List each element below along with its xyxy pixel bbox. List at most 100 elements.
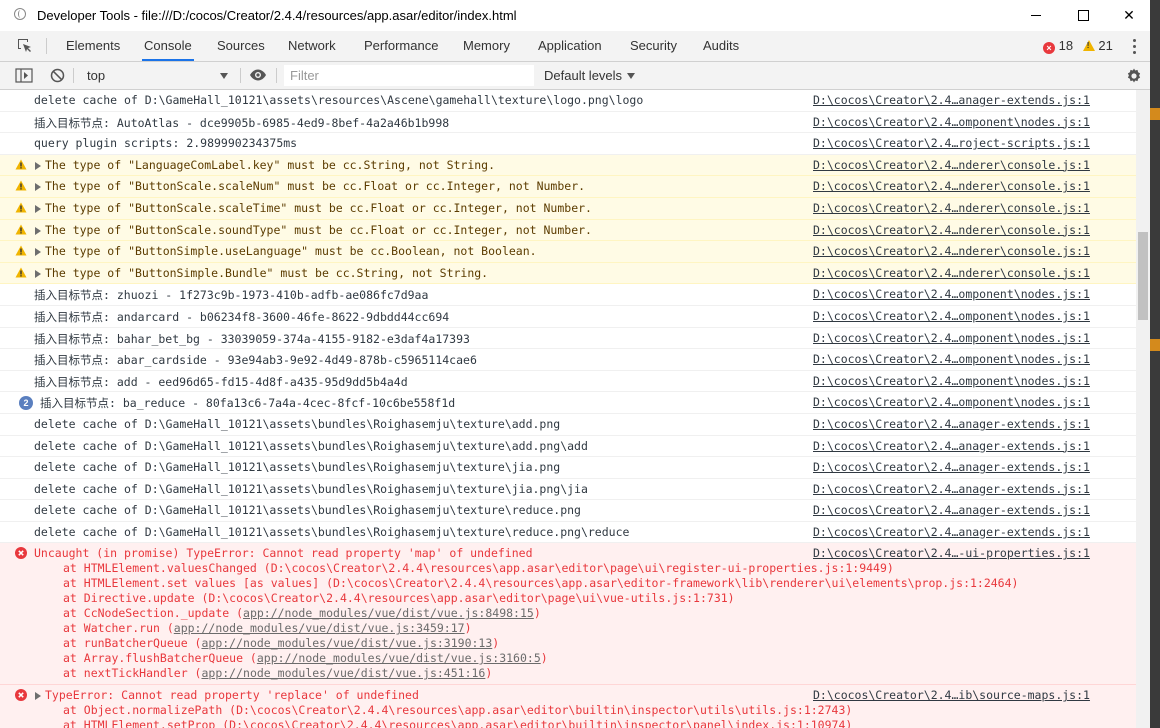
source-link[interactable]: D:\cocos\Creator\2.4…nderer\console.js:1 [813,179,1090,193]
clear-console-icon[interactable] [50,68,65,83]
console-scrollbar[interactable] [1136,90,1150,728]
window-title: Developer Tools - file:///D:/cocos/Creat… [37,8,517,23]
expand-arrow-icon[interactable] [35,248,41,257]
toolbar-divider [73,68,74,83]
source-link[interactable]: D:\cocos\Creator\2.4…anager-extends.js:1 [813,460,1090,474]
tab-console[interactable]: Console [142,31,194,61]
log-message: delete cache of D:\GameHall_10121\assets… [0,500,1136,522]
log-message: delete cache of D:\GameHall_10121\assets… [0,414,1136,436]
stack-frame-text: at HTMLElement.valuesChanged (D:\cocos\C… [63,561,894,576]
context-selector[interactable]: top [82,66,232,85]
source-link[interactable]: D:\cocos\Creator\2.4…ib\source-maps.js:1 [813,688,1090,702]
source-link[interactable]: D:\cocos\Creator\2.4…anager-extends.js:1 [813,417,1090,431]
log-message: delete cache of D:\GameHall_10121\assets… [0,479,1136,501]
source-link[interactable]: D:\cocos\Creator\2.4…nderer\console.js:1 [813,223,1090,237]
log-message: delete cache of D:\GameHall_10121\assets… [0,436,1136,458]
stack-frame: at Array.flushBatcherQueue (app://node_m… [63,651,548,665]
message-text: delete cache of D:\GameHall_10121\assets… [34,503,581,518]
tab-sources[interactable]: Sources [217,31,265,61]
source-link[interactable]: D:\cocos\Creator\2.4…anager-extends.js:1 [813,439,1090,453]
stack-frame-text: at nextTickHandler ( [63,666,202,681]
message-text: delete cache of D:\GameHall_10121\assets… [34,524,630,539]
source-link[interactable]: D:\cocos\Creator\2.4…omponent\nodes.js:1 [813,352,1090,366]
source-link[interactable]: D:\cocos\Creator\2.4…anager-extends.js:1 [813,525,1090,539]
scrollbar-thumb[interactable] [1138,232,1148,320]
message-text: The type of "ButtonScale.soundType" must… [45,222,592,237]
log-message: 插入目标节点: andarcard - b06234f8-3600-46fe-8… [0,306,1136,328]
stack-frame-text: at Directive.update (D:\cocos\Creator\2.… [63,591,735,606]
source-link[interactable]: D:\cocos\Creator\2.4…nderer\console.js:1 [813,201,1090,215]
source-link[interactable]: D:\cocos\Creator\2.4…nderer\console.js:1 [813,158,1090,172]
expand-arrow-icon[interactable] [35,692,41,701]
error-message: TypeError: Cannot read property 'replace… [0,685,1136,728]
expand-arrow-icon[interactable] [35,161,41,170]
log-levels-dropdown[interactable]: Default levels [544,62,636,89]
tab-performance[interactable]: Performance [364,31,438,61]
source-link[interactable]: D:\cocos\Creator\2.4…-ui-properties.js:1 [813,546,1090,560]
stack-frame-link[interactable]: app://node_modules/vue/dist/vue.js:3160:… [257,651,541,665]
close-button[interactable]: ✕ [1106,0,1150,31]
title-bar: Developer Tools - file:///D:/cocos/Creat… [0,0,1150,31]
source-link[interactable]: D:\cocos\Creator\2.4…omponent\nodes.js:1 [813,287,1090,301]
sidebar-toggle-icon[interactable] [15,68,33,83]
error-warning-counts[interactable]: × 18 21 [1043,31,1113,61]
gear-icon[interactable] [1126,68,1142,84]
source-link[interactable]: D:\cocos\Creator\2.4…omponent\nodes.js:1 [813,374,1090,388]
maximize-icon [1077,10,1089,21]
eye-icon[interactable] [249,68,267,82]
stack-frame: at nextTickHandler (app://node_modules/v… [63,666,492,680]
log-message: 插入目标节点: AutoAtlas - dce9905b-6985-4ed9-8… [0,112,1136,134]
background-highlight [1150,339,1160,351]
log-levels-label: Default levels [544,68,623,83]
expand-arrow-icon[interactable] [35,204,41,213]
error-text: TypeError: Cannot read property 'replace… [45,688,419,703]
stack-frame-text: at Watcher.run ( [63,621,174,636]
toolbar-divider [276,68,277,83]
source-link[interactable]: D:\cocos\Creator\2.4…nderer\console.js:1 [813,266,1090,280]
inspect-element-icon[interactable] [17,38,33,54]
message-text: The type of "ButtonSimple.Bundle" must b… [45,265,489,280]
message-text: The type of "LanguageComLabel.key" must … [45,157,496,172]
source-link[interactable]: D:\cocos\Creator\2.4…omponent\nodes.js:1 [813,309,1090,323]
source-link[interactable]: D:\cocos\Creator\2.4…omponent\nodes.js:1 [813,115,1090,129]
log-message: 插入目标节点: zhuozi - 1f273c9b-1973-410b-adfb… [0,284,1136,306]
context-value: top [87,68,106,83]
tab-elements[interactable]: Elements [66,31,120,61]
source-link[interactable]: D:\cocos\Creator\2.4…omponent\nodes.js:1 [813,395,1090,409]
stack-frame-suffix: ) [533,606,541,621]
message-text: 插入目标节点: abar_cardside - 93e94ab3-9e92-4d… [34,353,477,368]
warning-message: The type of "ButtonSimple.Bundle" must b… [0,262,1136,285]
stack-frame-link[interactable]: app://node_modules/vue/dist/vue.js:3459:… [174,621,465,635]
maximize-button[interactable] [1060,0,1106,31]
stack-frame-link[interactable]: app://node_modules/vue/dist/vue.js:451:1… [201,666,485,680]
source-link[interactable]: D:\cocos\Creator\2.4…anager-extends.js:1 [813,93,1090,107]
background-window-edge [1150,0,1160,728]
minimize-button[interactable] [1013,0,1059,31]
tab-memory[interactable]: Memory [463,31,510,61]
console-toolbar: top Default levels [0,62,1150,90]
source-link[interactable]: D:\cocos\Creator\2.4…roject-scripts.js:1 [813,136,1090,150]
log-message: 插入目标节点: bahar_bet_bg - 33039059-374a-415… [0,328,1136,350]
source-link[interactable]: D:\cocos\Creator\2.4…omponent\nodes.js:1 [813,331,1090,345]
expand-arrow-icon[interactable] [35,226,41,235]
tab-audits[interactable]: Audits [703,31,739,61]
error-count: 18 [1058,38,1074,53]
tab-application[interactable]: Application [538,31,602,61]
more-options-icon[interactable] [1133,39,1136,57]
stack-frame-link[interactable]: app://node_modules/vue/dist/vue.js:3190:… [201,636,492,650]
expand-arrow-icon[interactable] [35,183,41,192]
filter-input[interactable] [284,65,534,86]
error-text: Uncaught (in promise) TypeError: Cannot … [34,546,533,561]
message-text: delete cache of D:\GameHall_10121\assets… [34,481,588,496]
log-message: 插入目标节点: add - eed96d65-fd15-4d8f-a435-95… [0,371,1136,393]
stack-frame: at Directive.update (D:\cocos\Creator\2.… [63,591,735,605]
source-link[interactable]: D:\cocos\Creator\2.4…anager-extends.js:1 [813,503,1090,517]
expand-arrow-icon[interactable] [35,269,41,278]
source-link[interactable]: D:\cocos\Creator\2.4…anager-extends.js:1 [813,482,1090,496]
tab-security[interactable]: Security [630,31,677,61]
tab-network[interactable]: Network [288,31,336,61]
source-link[interactable]: D:\cocos\Creator\2.4…nderer\console.js:1 [813,244,1090,258]
stack-frame-link[interactable]: app://node_modules/vue/dist/vue.js:8498:… [243,606,534,620]
stack-frame-suffix: ) [492,636,500,651]
log-message: delete cache of D:\GameHall_10121\assets… [0,522,1136,544]
